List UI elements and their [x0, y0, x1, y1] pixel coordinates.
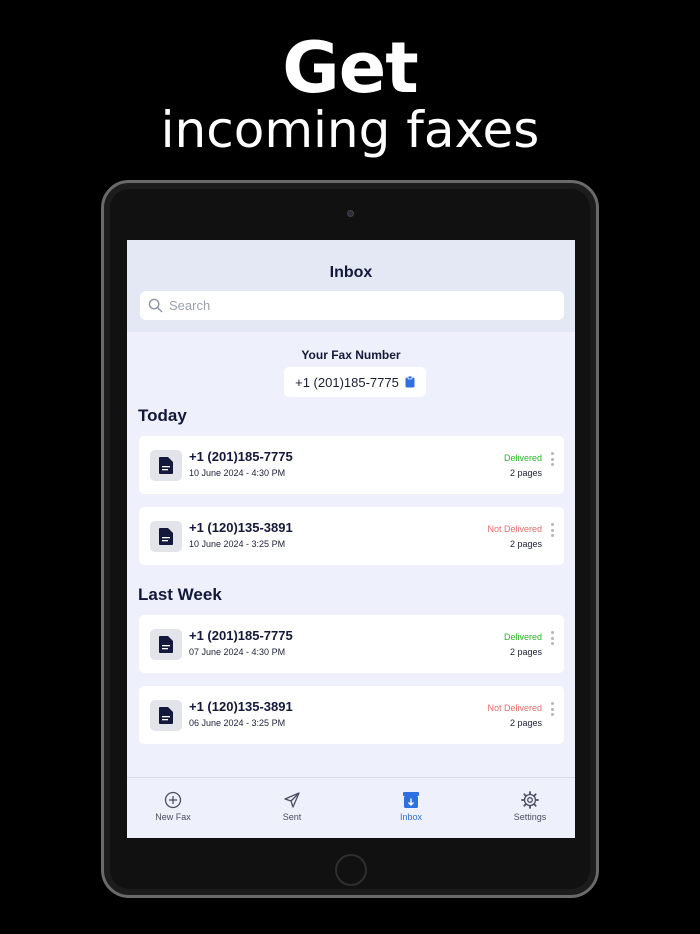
- fax-number: +1 (201)185-7775: [189, 449, 293, 464]
- page-count: 2 pages: [509, 468, 542, 478]
- hero-subtitle: incoming faxes: [160, 101, 540, 159]
- tab-inbox[interactable]: Inbox: [366, 791, 456, 822]
- tab-new-fax[interactable]: New Fax: [128, 791, 218, 822]
- status-badge: Not Delivered: [487, 703, 542, 713]
- document-icon: [150, 700, 182, 731]
- page-count: 2 pages: [509, 647, 542, 657]
- fax-list-item[interactable]: +1 (120)135-3891 10 June 2024 - 3:25 PM …: [139, 507, 564, 565]
- status-badge: Delivered: [503, 453, 542, 463]
- page-title: Inbox: [329, 264, 373, 281]
- section-heading-today: Today: [138, 406, 187, 425]
- fax-date: 10 June 2024 - 3:25 PM: [189, 539, 286, 549]
- page-count: 2 pages: [509, 718, 542, 728]
- tab-label: New Fax: [155, 812, 191, 822]
- document-icon: [150, 629, 182, 660]
- tab-label: Settings: [513, 812, 547, 822]
- more-options-icon[interactable]: [550, 702, 554, 716]
- fax-number: +1 (120)135-3891: [189, 520, 293, 535]
- search-input[interactable]: Search: [140, 291, 564, 320]
- paper-plane-icon: [284, 792, 300, 808]
- tab-settings[interactable]: Settings: [485, 791, 575, 822]
- fax-number: +1 (201)185-7775: [189, 628, 293, 643]
- fax-number-pill[interactable]: +1 (201)185-7775: [284, 367, 426, 397]
- home-button[interactable]: [335, 854, 367, 886]
- search-icon: [148, 298, 163, 313]
- more-options-icon[interactable]: [550, 452, 554, 466]
- camera-lens: [347, 210, 354, 217]
- app-screen: Inbox Search Your Fax Number +1 (201)185…: [127, 240, 575, 838]
- fax-number: +1 (120)135-3891: [189, 699, 293, 714]
- fax-date: 06 June 2024 - 3:25 PM: [189, 718, 286, 728]
- tab-bar: New Fax Sent Inbox Settings: [127, 777, 575, 838]
- tab-sent[interactable]: Sent: [247, 791, 337, 822]
- tab-label: Sent: [282, 812, 302, 822]
- page-count: 2 pages: [509, 539, 542, 549]
- section-heading-last-week: Last Week: [138, 585, 222, 604]
- document-icon: [150, 521, 182, 552]
- fax-list-item[interactable]: +1 (201)185-7775 10 June 2024 - 4:30 PM …: [139, 436, 564, 494]
- more-options-icon[interactable]: [550, 523, 554, 537]
- fax-date: 07 June 2024 - 4:30 PM: [189, 647, 286, 657]
- gear-icon: [521, 791, 539, 809]
- fax-number: +1 (201)185-7775: [295, 374, 399, 390]
- tab-label: Inbox: [399, 812, 423, 822]
- header: Inbox Search: [127, 240, 575, 332]
- fax-date: 10 June 2024 - 4:30 PM: [189, 468, 286, 478]
- hero-title: Get: [282, 27, 418, 109]
- status-badge: Delivered: [503, 632, 542, 642]
- fax-number-label: Your Fax Number: [301, 348, 401, 362]
- fax-list-item[interactable]: +1 (201)185-7775 07 June 2024 - 4:30 PM …: [139, 615, 564, 673]
- search-placeholder: Search: [169, 298, 211, 313]
- clipboard-icon[interactable]: [405, 376, 415, 388]
- status-badge: Not Delivered: [487, 524, 542, 534]
- document-icon: [150, 450, 182, 481]
- fax-list-item[interactable]: +1 (120)135-3891 06 June 2024 - 3:25 PM …: [139, 686, 564, 744]
- more-options-icon[interactable]: [550, 631, 554, 645]
- inbox-tray-icon: [403, 792, 419, 808]
- tablet-frame: Inbox Search Your Fax Number +1 (201)185…: [101, 180, 599, 898]
- plus-circle-icon: [164, 791, 182, 809]
